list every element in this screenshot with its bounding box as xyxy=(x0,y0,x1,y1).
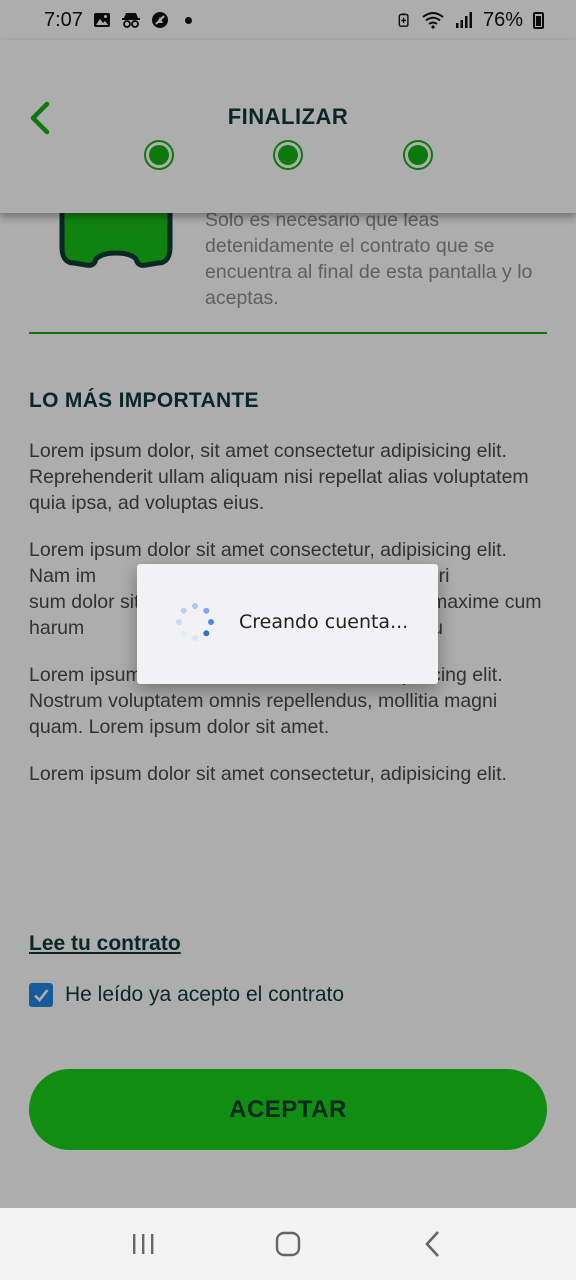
system-back-button[interactable] xyxy=(408,1224,458,1264)
loading-spinner-icon xyxy=(176,603,214,641)
back-icon xyxy=(425,1231,440,1257)
home-button[interactable] xyxy=(263,1224,313,1264)
recent-apps-button[interactable] xyxy=(118,1224,168,1264)
system-nav-bar xyxy=(0,1208,576,1280)
recent-apps-icon xyxy=(132,1234,154,1254)
loading-message: Creando cuenta... xyxy=(239,611,409,633)
home-icon xyxy=(275,1231,301,1257)
loading-dialog: Creando cuenta... xyxy=(137,564,438,684)
